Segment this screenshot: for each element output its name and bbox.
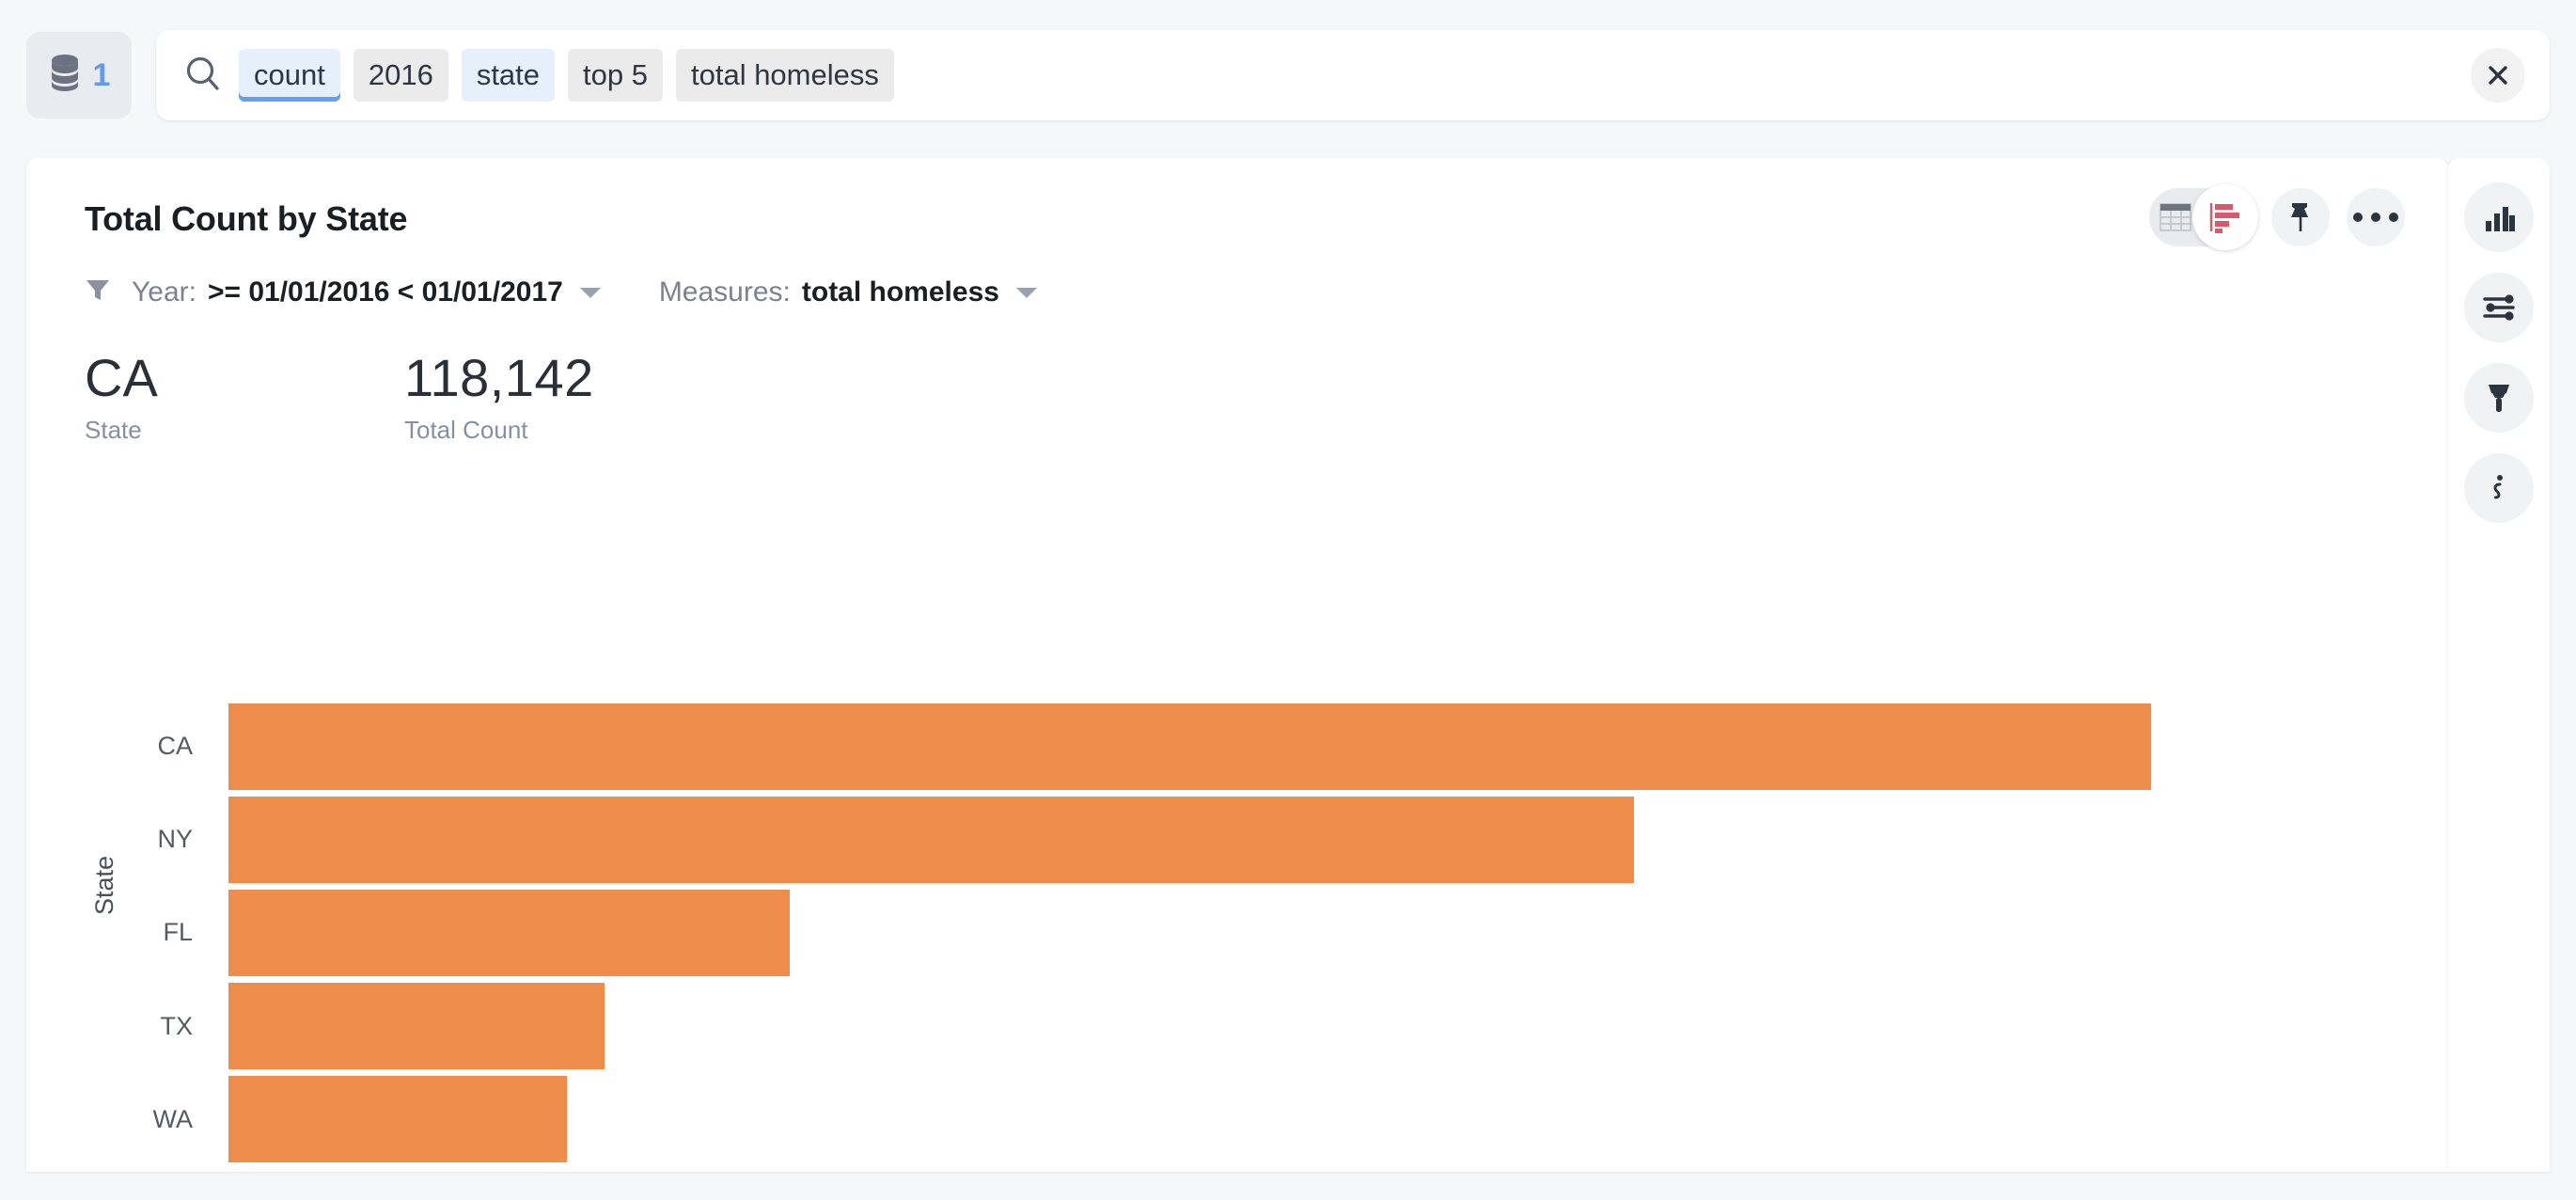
x-axis-tick-label: 10K [369,1170,413,1172]
year-filter-label: Year: [132,276,196,308]
datasource-badge[interactable]: 1 [26,32,132,118]
x-axis-tick-label: 70K [1346,1170,1390,1172]
search-token-state[interactable]: state [461,48,556,103]
bar[interactable] [228,1076,568,1163]
search-token-top-5[interactable]: top 5 [568,48,663,103]
y-axis-tick-label: NY [157,825,193,854]
kpi-state-value: CA [85,348,158,407]
x-axis-tick-label: 0 [222,1170,235,1172]
bar-row[interactable]: NY [157,793,2410,886]
datasource-count: 1 [92,57,111,93]
filter-bar: Year: >= 01/01/2016 < 01/01/2017 Measure… [26,239,2448,308]
panel-toolbar [2149,184,2405,250]
pin-button[interactable] [2271,188,2330,246]
brush-icon [2489,385,2509,412]
search-token-2016[interactable]: 2016 [353,48,448,103]
clear-search-button[interactable] [2471,48,2525,103]
search-token-count[interactable]: count [239,48,340,103]
x-axis-tick-label: 100K [1828,1170,1885,1172]
panel-header: Total Count by State [26,158,2448,250]
view-mode-toggle[interactable] [2149,184,2258,250]
sliders-icon [2483,294,2515,321]
bar-chart-view-icon [2209,203,2239,233]
bar-row[interactable]: FL [163,886,2410,979]
x-axis-tick-label: 120K [2153,1170,2210,1172]
rail-info-button[interactable] [2464,453,2534,523]
search-icon [184,55,222,97]
kpi-summary: CA State 118,142 Total Count [26,308,2448,445]
measures-filter-chevron-down-icon[interactable] [1015,287,1037,298]
y-axis-tick-label: CA [157,732,193,761]
x-axis-tick-label: 50K [1021,1170,1064,1172]
x-axis-ticks: 0 10K 20K 30K 40K 50K 60K 70K 80K 90K 100K 110K 120K… [222,1170,2410,1172]
search-token-list: count 2016 state top 5 total homeless [239,48,2471,103]
x-axis-tick-label: 90K [1672,1170,1715,1172]
table-view-icon [2160,203,2191,231]
x-axis-tick-label: 60K [1184,1170,1227,1172]
bar-row-list: CA NY FL TX WA [153,700,2410,1166]
measures-filter-value[interactable]: total homeless [802,276,999,308]
chart-view-button[interactable] [2192,184,2258,250]
y-axis-tick-label: TX [160,1011,193,1040]
close-icon [2489,66,2507,85]
kpi-state: CA State [85,348,404,445]
kpi-total-count-value: 118,142 [404,348,594,407]
bar[interactable] [228,889,791,976]
info-icon [2493,475,2503,499]
bar-row[interactable]: CA [157,700,2410,793]
search-input[interactable]: count 2016 state top 5 total homeless [156,30,2550,120]
y-axis-tick-label: FL [163,918,193,947]
bar-chart: State CA NY FL TX WA 0 10K 20K 30K 40K 50K 60K 70K 8… [26,685,2448,1172]
year-filter-chevron-down-icon[interactable] [579,287,601,298]
bar[interactable] [228,703,2152,790]
bar-row[interactable]: WA [153,1073,2410,1166]
pin-icon [2291,203,2308,231]
x-axis-tick-label: 40K [857,1170,901,1172]
search-token-total-homeless[interactable]: total homeless [675,48,894,103]
top-search-bar: 1 count 2016 state top 5 total homeless [0,0,2576,150]
rail-settings-button[interactable] [2464,273,2534,342]
measures-filter-label: Measures: [658,276,791,308]
rail-style-button[interactable] [2464,363,2534,433]
x-axis-tick-label: 130K [2316,1170,2373,1172]
x-axis-tick-label: 20K [532,1170,575,1172]
kpi-total-count: 118,142 Total Count [404,348,594,445]
bar[interactable] [228,796,1635,883]
more-options-icon [2353,213,2398,222]
x-axis-tick-label: 110K [1991,1170,2047,1172]
x-axis-tick-label: 30K [695,1170,738,1172]
bar[interactable] [228,983,605,1070]
plot-area: CA NY FL TX WA 0 10K 20K 30K 40K 50K 60K 70K 80K 90K 1… [153,700,2410,1172]
funnel-icon [85,277,111,308]
y-axis-title: State [90,855,118,915]
kpi-state-label: State [85,416,142,445]
year-filter-value[interactable]: >= 01/01/2016 < 01/01/2017 [208,276,563,308]
page-title: Total Count by State [85,199,408,238]
rail-chart-config-button[interactable] [2464,182,2534,252]
database-icon [48,54,82,98]
bar-row[interactable]: TX [160,980,2410,1073]
bar-chart-icon [2486,207,2515,231]
right-rail [2448,158,2550,1172]
y-axis-tick-label: WA [152,1104,194,1133]
x-axis-tick-label: 80K [1509,1170,1552,1172]
kpi-total-count-label: Total Count [404,416,528,445]
more-options-button[interactable] [2347,188,2405,246]
answer-panel: Total Count by State Year: >= 01/01/2016… [26,158,2448,1172]
